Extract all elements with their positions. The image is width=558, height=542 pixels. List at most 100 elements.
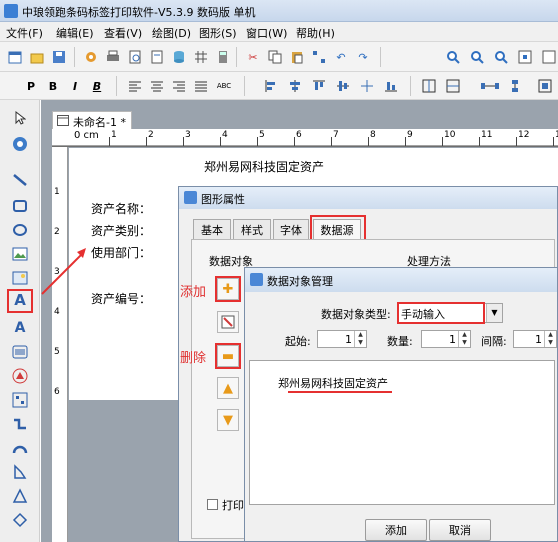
menu-edit[interactable]: 编辑(E) xyxy=(56,25,94,41)
horizontal-ruler: 0 cm 12345678910111213 xyxy=(52,129,558,147)
field-asset-category[interactable]: 资产类别： xyxy=(91,222,151,239)
same-height-icon[interactable] xyxy=(506,77,524,95)
stepper-arrows-icon[interactable]: ▲ ▼ xyxy=(354,331,366,347)
select-arrow-icon[interactable] xyxy=(9,108,31,128)
calculator-icon[interactable] xyxy=(214,48,232,66)
content-textarea[interactable]: 郑州易网科技固定资产 xyxy=(249,360,555,505)
format-toolbar: P B I B ABC xyxy=(0,72,558,100)
move-up-icon[interactable]: ▲ xyxy=(217,377,239,399)
zoom-out-icon[interactable] xyxy=(468,48,486,66)
picture-tool-icon[interactable] xyxy=(9,268,31,288)
polyline-tool-icon[interactable] xyxy=(9,462,31,482)
type-label: 数据对象类型: xyxy=(321,308,391,321)
align-objects-middle-icon[interactable] xyxy=(334,77,352,95)
triangle-tool-icon[interactable] xyxy=(9,486,31,506)
vertical-ruler: 123456 xyxy=(52,147,68,542)
open-icon[interactable] xyxy=(28,48,46,66)
ruler-tick-label: 9 xyxy=(407,130,413,140)
distribute-icon[interactable] xyxy=(358,77,376,95)
ellipse-tool-icon[interactable] xyxy=(9,220,31,240)
data-object-manager-dialog: 数据对象管理 数据对象类型: 手动输入 ▼ 起始: 1 ▲ ▼ 数量: 1 ▲ ▼ … xyxy=(244,267,558,542)
stepper-arrows-icon[interactable]: ▲ ▼ xyxy=(458,331,470,347)
start-stepper[interactable]: 1 ▲ ▼ xyxy=(317,330,367,348)
diamond-tool-icon[interactable] xyxy=(9,510,31,530)
align-left-icon[interactable] xyxy=(126,77,144,95)
align-objects-top-icon[interactable] xyxy=(310,77,328,95)
print-checkbox[interactable] xyxy=(207,499,218,510)
add-annotation: 添加 xyxy=(180,285,207,300)
menu-view[interactable]: 查看(V) xyxy=(104,25,142,41)
align-icon[interactable] xyxy=(310,48,328,66)
italic-button[interactable]: I xyxy=(66,77,84,95)
align-objects-left-icon[interactable] xyxy=(262,77,280,95)
save-icon[interactable] xyxy=(50,48,68,66)
print-checkbox-label: 打印 xyxy=(222,499,244,512)
cancel-button[interactable]: 取消 xyxy=(429,519,491,541)
center-vertical-icon[interactable] xyxy=(444,77,462,95)
zoom-in-icon[interactable] xyxy=(444,48,462,66)
ruler-tick-label: 10 xyxy=(444,130,456,140)
tab-style[interactable]: 样式 xyxy=(233,219,271,239)
title-bar: 中琅领跑条码标签打印软件-V5.3.9 数码版 单机 xyxy=(0,0,558,22)
settings-icon[interactable] xyxy=(82,48,100,66)
triangle-shape-icon[interactable] xyxy=(9,366,31,386)
tab-basic[interactable]: 基本 xyxy=(193,219,231,239)
chevron-down-icon[interactable]: ▼ xyxy=(486,304,502,322)
actual-size-icon[interactable] xyxy=(516,48,534,66)
line-tool-icon[interactable] xyxy=(9,170,31,190)
align-center-icon[interactable] xyxy=(148,77,166,95)
text-case-button[interactable]: ABC xyxy=(212,77,236,95)
paste-icon[interactable] xyxy=(288,48,306,66)
align-objects-bottom-icon[interactable] xyxy=(382,77,400,95)
barcode-tool-icon[interactable] xyxy=(9,342,31,362)
vruler-tick-label: 2 xyxy=(54,227,60,237)
add-button-highlight xyxy=(215,276,241,302)
same-size-icon[interactable] xyxy=(536,77,554,95)
count-stepper[interactable]: 1 ▲ ▼ xyxy=(421,330,471,348)
cut-icon[interactable]: ✂ xyxy=(244,48,262,66)
redo-icon[interactable]: ↷ xyxy=(354,48,372,66)
bold-button[interactable]: B xyxy=(44,77,62,95)
print-icon[interactable] xyxy=(104,48,122,66)
wordart-tool-icon[interactable]: A xyxy=(9,318,31,338)
field-asset-name[interactable]: 资产名称： xyxy=(91,200,151,217)
curve-line-icon[interactable] xyxy=(9,414,31,434)
undo-icon[interactable]: ↶ xyxy=(332,48,350,66)
plain-text-button[interactable]: P xyxy=(22,77,40,95)
fullscreen-icon[interactable] xyxy=(540,48,558,66)
add-button[interactable]: 添加 xyxy=(365,519,427,541)
tab-font[interactable]: 字体 xyxy=(273,219,309,239)
align-objects-center-icon[interactable] xyxy=(286,77,304,95)
menu-help[interactable]: 帮助(H) xyxy=(296,25,335,41)
field-department[interactable]: 使用部门： xyxy=(91,244,151,261)
document-tab[interactable]: 未命名-1 * xyxy=(52,111,132,129)
field-asset-number[interactable]: 资产编号： xyxy=(91,290,151,307)
image-tool-icon[interactable] xyxy=(9,244,31,264)
label-title-text[interactable]: 郑州易网科技固定资产 xyxy=(204,158,324,175)
page-setup-icon[interactable] xyxy=(148,48,166,66)
align-right-icon[interactable] xyxy=(170,77,188,95)
justify-icon[interactable] xyxy=(192,77,210,95)
database-icon[interactable] xyxy=(170,48,188,66)
grid-icon[interactable] xyxy=(192,48,210,66)
zoom-fit-icon[interactable] xyxy=(492,48,510,66)
interval-stepper[interactable]: 1 ▲ ▼ xyxy=(513,330,557,348)
menu-file[interactable]: 文件(F) xyxy=(6,25,43,41)
move-down-icon[interactable]: ▼ xyxy=(217,409,239,431)
print-preview-icon[interactable] xyxy=(126,48,144,66)
stepper-arrows-icon[interactable]: ▲ ▼ xyxy=(544,331,556,347)
pan-icon[interactable] xyxy=(9,134,31,154)
menu-draw[interactable]: 绘图(D) xyxy=(152,25,191,41)
edit-data-icon[interactable] xyxy=(217,311,239,333)
rectangle-tool-icon[interactable] xyxy=(9,196,31,216)
menu-window[interactable]: 窗口(W) xyxy=(246,25,287,41)
qrcode-tool-icon[interactable] xyxy=(9,390,31,410)
new-icon[interactable] xyxy=(6,48,24,66)
dialog-icon xyxy=(184,191,197,204)
copy-icon[interactable] xyxy=(266,48,284,66)
same-width-icon[interactable] xyxy=(478,77,502,95)
arc-tool-icon[interactable] xyxy=(9,438,31,458)
bold-italic-button[interactable]: B xyxy=(88,77,106,95)
menu-shape[interactable]: 图形(S) xyxy=(199,25,237,41)
center-horizontal-icon[interactable] xyxy=(420,77,438,95)
